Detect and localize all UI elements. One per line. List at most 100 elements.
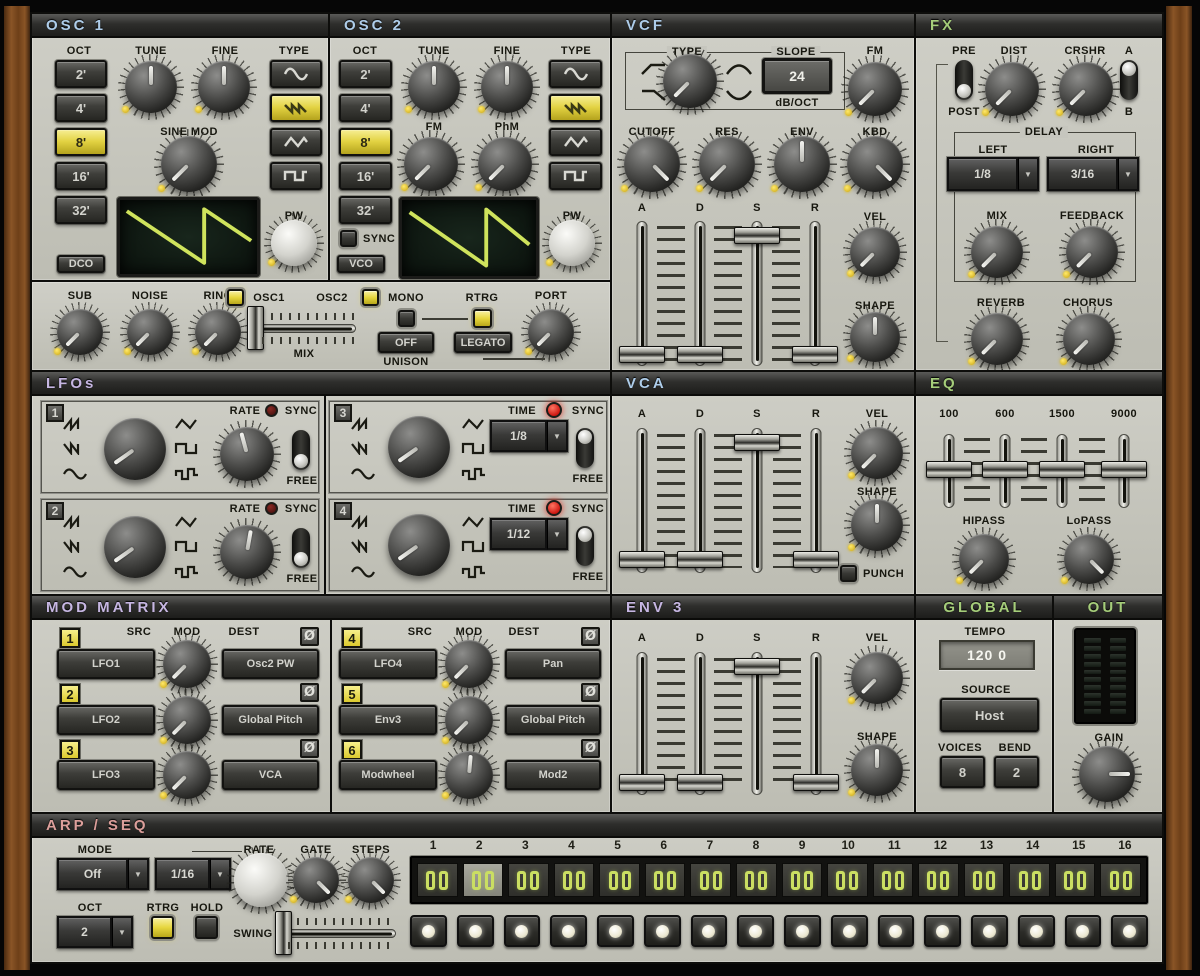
vca-decay-fader[interactable] <box>677 428 723 573</box>
step-button-11[interactable] <box>878 915 915 947</box>
osc2-sync-button[interactable] <box>340 230 357 247</box>
vcf-sustain-fader[interactable] <box>734 221 780 366</box>
osc1-pw-knob[interactable] <box>271 220 317 266</box>
step-button-2[interactable] <box>457 915 494 947</box>
delay-mix-knob[interactable] <box>971 226 1023 278</box>
osc1-sine-mod-knob[interactable] <box>161 136 217 192</box>
lfo3-sync-free-toggle[interactable] <box>576 428 594 468</box>
osc1-oct-4[interactable]: 4' <box>55 94 107 122</box>
mod-row-6-amount-knob[interactable] <box>445 751 493 799</box>
mono-button[interactable] <box>398 310 415 327</box>
bend-button[interactable]: 2 <box>994 756 1039 788</box>
lfo2-sync-free-toggle[interactable] <box>292 528 310 568</box>
mod-row-5-amount-knob[interactable] <box>445 696 493 744</box>
reverb-knob[interactable] <box>971 313 1023 365</box>
step-cell-12[interactable] <box>918 863 959 897</box>
vcf-vel-knob[interactable] <box>850 227 900 277</box>
crshr-ab-toggle[interactable] <box>1120 60 1138 100</box>
osc1-type-sine-button[interactable] <box>270 60 322 88</box>
pre-post-toggle[interactable] <box>955 60 973 100</box>
mod-row-5-src-button[interactable]: Env3 <box>339 705 437 735</box>
osc1-type-pulse-button[interactable] <box>270 162 322 190</box>
eq-600-fader[interactable] <box>982 434 1028 508</box>
osc1-oct-16[interactable]: 16' <box>55 162 107 190</box>
step-cell-14[interactable] <box>1009 863 1050 897</box>
vcf-cutoff-knob[interactable] <box>624 136 680 192</box>
osc2-tune-knob[interactable] <box>408 61 460 113</box>
arp-hold-button[interactable] <box>195 916 218 939</box>
mod-row-1-src-button[interactable]: LFO1 <box>57 649 155 679</box>
unison-button[interactable]: OFF <box>378 332 434 353</box>
step-cell-7[interactable] <box>690 863 731 897</box>
osc1-oct-8[interactable]: 8' <box>55 128 107 156</box>
chorus-knob[interactable] <box>1063 313 1115 365</box>
arp-mode-dropdown[interactable]: Off <box>57 858 149 890</box>
env3-sustain-fader[interactable] <box>734 652 780 795</box>
step-button-16[interactable] <box>1111 915 1148 947</box>
crshr-knob[interactable] <box>1059 62 1113 116</box>
mix-enable-led-button[interactable] <box>227 289 244 306</box>
vca-shape-knob[interactable] <box>851 499 903 551</box>
lfo3-time-dropdown[interactable]: 1/8 <box>490 420 568 452</box>
step-button-6[interactable] <box>644 915 681 947</box>
vca-attack-fader[interactable] <box>619 428 665 573</box>
osc2-oct-2[interactable]: 2' <box>339 60 392 88</box>
mod-row-2-amount-knob[interactable] <box>163 696 211 744</box>
mod-row-5-dest-button[interactable]: Global Pitch <box>505 705 601 735</box>
step-cell-6[interactable] <box>645 863 686 897</box>
vcf-decay-fader[interactable] <box>677 221 723 366</box>
arp-rate-dropdown[interactable]: 1/16 <box>155 858 231 890</box>
tempo-display[interactable]: 120 0 <box>939 640 1035 670</box>
mod-row-2-dest-button[interactable]: Global Pitch <box>222 705 319 735</box>
osc2-vco-button[interactable]: VCO <box>337 255 385 273</box>
step-cell-9[interactable] <box>782 863 823 897</box>
step-cell-5[interactable] <box>599 863 640 897</box>
mod-row-6-invert-button[interactable]: Ø <box>581 739 600 758</box>
mod-row-2-src-button[interactable]: LFO2 <box>57 705 155 735</box>
eq-1500-fader[interactable] <box>1039 434 1085 508</box>
mono-led-button[interactable] <box>362 289 379 306</box>
mod-row-2-invert-button[interactable]: Ø <box>300 683 319 702</box>
mod-row-1-invert-button[interactable]: Ø <box>300 627 319 646</box>
delay-right-dropdown[interactable]: 3/16 <box>1047 157 1139 191</box>
mod-row-6-src-button[interactable]: Modwheel <box>339 760 437 790</box>
step-button-12[interactable] <box>924 915 961 947</box>
osc1-type-triangle-button[interactable] <box>270 128 322 156</box>
arp-steps-knob[interactable] <box>348 857 394 903</box>
eq-100-fader[interactable] <box>926 434 972 508</box>
lfo1-rate-knob[interactable] <box>220 427 274 481</box>
osc1-dco-button[interactable]: DCO <box>57 255 105 273</box>
osc2-oct-4[interactable]: 4' <box>339 94 392 122</box>
osc1-tune-knob[interactable] <box>125 61 177 113</box>
step-cell-8[interactable] <box>736 863 777 897</box>
hipass-knob[interactable] <box>959 534 1009 584</box>
step-button-3[interactable] <box>504 915 541 947</box>
arp-rate-knob[interactable] <box>234 853 288 907</box>
step-cell-13[interactable] <box>964 863 1005 897</box>
punch-button[interactable] <box>840 565 857 582</box>
osc1-oct-32[interactable]: 32' <box>55 196 107 224</box>
dist-knob[interactable] <box>985 62 1039 116</box>
delay-feedback-knob[interactable] <box>1066 226 1118 278</box>
delay-left-dropdown[interactable]: 1/8 <box>947 157 1039 191</box>
lfo2-rate-knob[interactable] <box>220 525 274 579</box>
env3-shape-knob[interactable] <box>851 744 903 796</box>
mod-row-4-src-button[interactable]: LFO4 <box>339 649 437 679</box>
osc2-oct-32[interactable]: 32' <box>339 196 392 224</box>
vca-release-fader[interactable] <box>793 428 839 573</box>
vca-sustain-fader[interactable] <box>734 428 780 573</box>
vca-vel-knob[interactable] <box>851 427 903 479</box>
vcf-slope-display[interactable]: 24 <box>762 58 832 94</box>
step-cell-3[interactable] <box>508 863 549 897</box>
legato-button[interactable]: LEGATO <box>454 332 512 353</box>
lfo1-wave-knob[interactable] <box>104 418 166 480</box>
step-cell-15[interactable] <box>1055 863 1096 897</box>
step-cell-11[interactable] <box>873 863 914 897</box>
step-button-13[interactable] <box>971 915 1008 947</box>
vcf-shape-knob[interactable] <box>850 312 900 362</box>
lfo3-wave-knob[interactable] <box>388 416 450 478</box>
step-button-10[interactable] <box>831 915 868 947</box>
step-button-8[interactable] <box>737 915 774 947</box>
mod-row-1-amount-knob[interactable] <box>163 640 211 688</box>
step-button-5[interactable] <box>597 915 634 947</box>
